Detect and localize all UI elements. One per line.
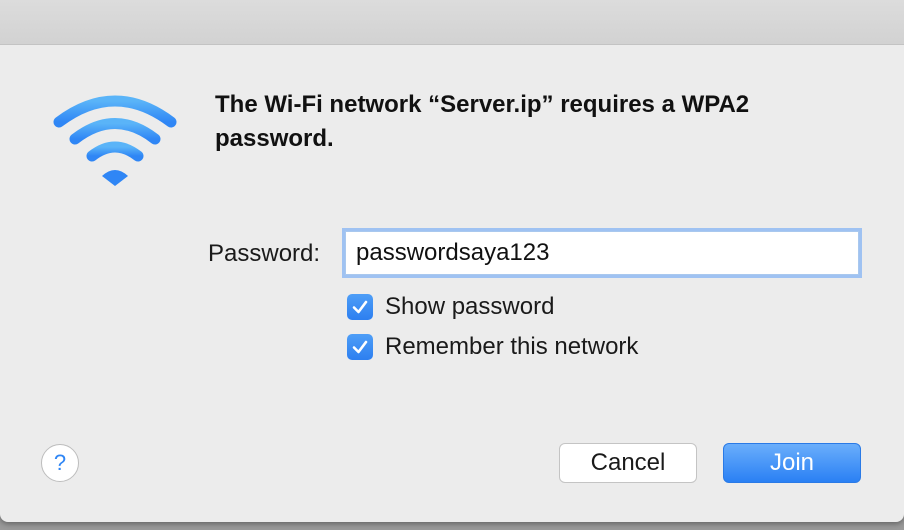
dialog-top-bar bbox=[0, 0, 904, 45]
remember-network-checkbox[interactable]: Remember this network bbox=[347, 333, 638, 361]
join-button[interactable]: Join bbox=[723, 443, 861, 483]
cancel-button[interactable]: Cancel bbox=[559, 443, 697, 483]
password-input[interactable] bbox=[345, 231, 859, 275]
wifi-icon bbox=[53, 95, 177, 186]
remember-network-check-icon[interactable] bbox=[347, 334, 373, 360]
show-password-checkbox[interactable]: Show password bbox=[347, 293, 554, 321]
show-password-check-icon[interactable] bbox=[347, 294, 373, 320]
show-password-label: Show password bbox=[385, 293, 555, 320]
dialog-title: The Wi-Fi network “Server.ip” requires a… bbox=[215, 91, 750, 152]
password-label: Password: bbox=[208, 240, 321, 267]
help-button[interactable]: ? bbox=[41, 444, 79, 482]
wifi-password-dialog: The Wi-Fi network “Server.ip” requires a… bbox=[0, 0, 904, 522]
remember-network-label: Remember this network bbox=[385, 333, 639, 360]
